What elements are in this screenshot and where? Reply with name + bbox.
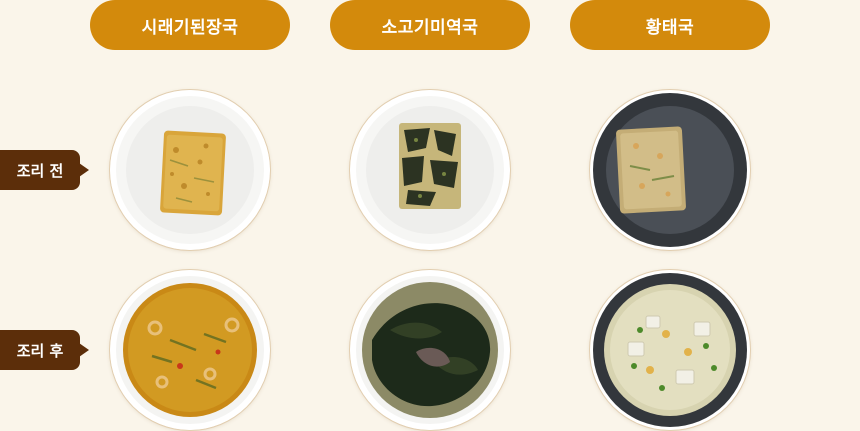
seaweed-cooked-soup-image: [350, 270, 510, 430]
siraegi-cooked-soup-image: [110, 270, 270, 430]
hwangtae-cooked-soup-image: [590, 270, 750, 430]
column-header-siraegi-doenjang-guk: 시래기된장국: [90, 0, 290, 50]
row-label-after-cooking: 조리 후: [0, 330, 89, 370]
row-label-before-cooking: 조리 전: [0, 150, 89, 190]
hwangtae-frozen-block-image: [590, 90, 750, 250]
column-header-hwangtae-guk: 황태국: [570, 0, 770, 50]
siraegi-frozen-block-image: [110, 90, 270, 250]
column-header-sogogi-miyeok-guk: 소고기미역국: [330, 0, 530, 50]
seaweed-frozen-block-image: [350, 90, 510, 250]
